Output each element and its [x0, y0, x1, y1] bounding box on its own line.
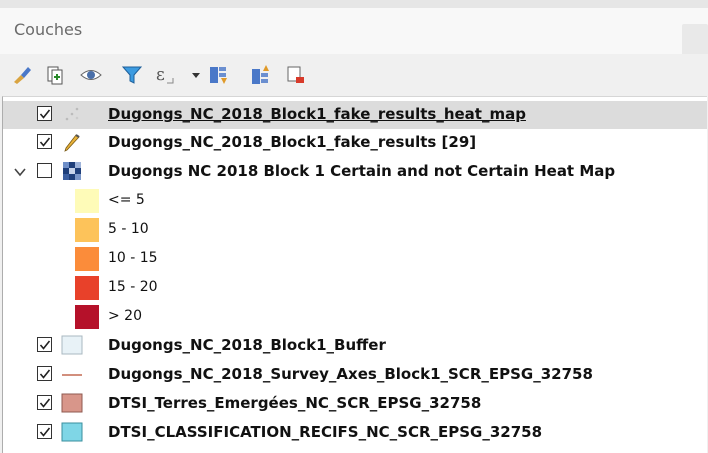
- legend-swatch: [75, 189, 99, 213]
- panel-close-button[interactable]: [682, 24, 708, 58]
- layer-row-terres-emergees[interactable]: DTSI_Terres_Emergées_NC_SCR_EPSG_32758: [3, 390, 707, 418]
- layer-checkbox[interactable]: [37, 337, 52, 352]
- svg-text:ε: ε: [156, 65, 165, 85]
- layer-label: DTSI_CLASSIFICATION_RECIFS_NC_SCR_EPSG_3…: [108, 423, 543, 441]
- legend-item: 15 - 20: [3, 274, 707, 303]
- chevron-down-icon[interactable]: [13, 164, 27, 178]
- legend-swatch: [75, 218, 99, 242]
- layer-checkbox[interactable]: [37, 366, 52, 381]
- collapse-all-icon[interactable]: [248, 62, 272, 88]
- legend-label: <= 5: [108, 192, 145, 208]
- legend-swatch: [75, 247, 99, 271]
- layer-row-buffer[interactable]: Dugongs_NC_2018_Block1_Buffer: [3, 332, 707, 360]
- layer-row-survey-axes[interactable]: Dugongs_NC_2018_Survey_Axes_Block1_SCR_E…: [3, 361, 707, 389]
- layer-checkbox[interactable]: [37, 106, 52, 121]
- layer-row-fake-results[interactable]: Dugongs_NC_2018_Block1_fake_results [29]: [3, 129, 707, 157]
- point-dots-icon: [61, 104, 83, 124]
- layers-tree: Dugongs_NC_2018_Block1_fake_results_heat…: [2, 96, 707, 453]
- layer-label: Dugongs NC 2018 Block 1 Certain and not …: [108, 162, 616, 180]
- remove-layer-icon[interactable]: [284, 62, 308, 88]
- legend-item: 5 - 10: [3, 216, 707, 245]
- expression-filter-icon[interactable]: ε: [154, 62, 178, 88]
- style-brush-icon[interactable]: [10, 62, 34, 88]
- legend-label: 15 - 20: [108, 279, 158, 295]
- legend-item: <= 5: [3, 187, 707, 216]
- panel-title-bar: Couches: [0, 8, 708, 58]
- legend-label: 5 - 10: [108, 221, 149, 237]
- layer-label: Dugongs_NC_2018_Block1_fake_results [29]: [108, 133, 477, 151]
- dropdown-arrow-icon[interactable]: [184, 62, 208, 88]
- expand-all-icon[interactable]: [206, 62, 230, 88]
- layer-row-heat-map-results[interactable]: Dugongs_NC_2018_Block1_fake_results_heat…: [3, 101, 707, 129]
- layer-checkbox[interactable]: [37, 424, 52, 439]
- pencil-edit-icon: [61, 132, 83, 152]
- legend-label: 10 - 15: [108, 250, 158, 266]
- layer-checkbox[interactable]: [37, 163, 52, 178]
- window-top-strip: [0, 0, 708, 8]
- legend-item: > 20: [3, 303, 707, 332]
- raster-heatmap-icon: [61, 161, 83, 181]
- line-swatch-icon: [61, 364, 83, 384]
- legend-swatch: [75, 305, 99, 329]
- visibility-eye-icon[interactable]: [79, 62, 103, 88]
- legend-label: > 20: [108, 308, 142, 324]
- layer-label: Dugongs_NC_2018_Block1_Buffer: [108, 336, 386, 354]
- layer-row-certain-heat-map[interactable]: Dugongs NC 2018 Block 1 Certain and not …: [3, 158, 707, 186]
- layer-label: DTSI_Terres_Emergées_NC_SCR_EPSG_32758: [108, 394, 482, 412]
- polygon-swatch-icon: [61, 335, 83, 355]
- legend-swatch: [75, 276, 99, 300]
- layer-checkbox[interactable]: [37, 395, 52, 410]
- layers-toolbar: ε: [0, 54, 708, 94]
- layer-label: Dugongs_NC_2018_Survey_Axes_Block1_SCR_E…: [108, 365, 593, 383]
- legend-item: 10 - 15: [3, 245, 707, 274]
- layer-checkbox[interactable]: [37, 134, 52, 149]
- layer-label: Dugongs_NC_2018_Block1_fake_results_heat…: [108, 105, 526, 123]
- layer-row-classification-recifs[interactable]: DTSI_CLASSIFICATION_RECIFS_NC_SCR_EPSG_3…: [3, 419, 707, 447]
- add-group-icon[interactable]: [43, 62, 67, 88]
- filter-icon[interactable]: [120, 62, 144, 88]
- polygon-swatch-icon: [61, 422, 83, 442]
- panel-title: Couches: [14, 20, 83, 39]
- polygon-swatch-icon: [61, 393, 83, 413]
